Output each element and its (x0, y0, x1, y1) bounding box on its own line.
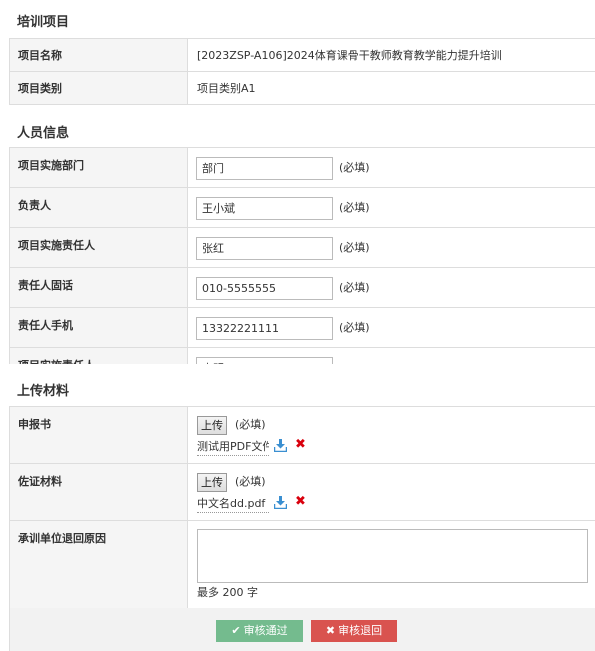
table-row: 责任人固话 010-5555555 (必填) (10, 268, 595, 308)
table-row: 佐证材料 上传 (必填) 中文名dd.pdf ✖ (10, 464, 595, 521)
section-title-materials: 上传材料 (17, 384, 70, 399)
required-hint: (必填) (339, 321, 370, 334)
table-row: 负责人 王小斌 (必填) (10, 188, 595, 228)
action-bar: ✔ 审核通过 ✖ 审核退回 (9, 608, 595, 651)
responsible-person-2-input[interactable]: 李明 (196, 357, 333, 364)
check-icon: ✔ (231, 624, 241, 637)
section-title-project: 培训项目 (17, 15, 70, 30)
project-table: 项目名称 [2023ZSP-A106]2024体育课骨干教师教育教学能力提升培训… (9, 38, 595, 105)
table-row: 项目实施责任人 张红 (必填) (10, 228, 595, 268)
reject-button[interactable]: ✖ 审核退回 (311, 620, 397, 642)
row-label: 责任人固话 (10, 268, 188, 307)
materials-table: 申报书 上传 (必填) 测试用PDF文件.pdf ✖ 佐证材料 上传 (必填) … (9, 406, 595, 609)
file-name: 中文名dd.pdf (197, 495, 269, 513)
table-row: 承训单位退回原因 最多 200 字 (10, 521, 595, 609)
personnel-table: 项目实施部门 部门 (必填) 负责人 王小斌 (必填) 项目实施责任人 张红 (… (10, 148, 595, 364)
table-row: 项目实施部门 部门 (必填) (10, 148, 595, 188)
responsible-person-input[interactable]: 张红 (196, 237, 333, 260)
close-icon: ✖ (325, 624, 336, 637)
table-row: 申报书 上传 (必填) 测试用PDF文件.pdf ✖ (10, 407, 595, 464)
row-label: 佐证材料 (10, 464, 188, 520)
table-row: 项目实施责任人 李明 (10, 348, 595, 364)
row-label: 项目类别 (10, 72, 188, 104)
leader-input[interactable]: 王小斌 (196, 197, 333, 220)
row-label: 项目实施责任人 (10, 228, 188, 267)
department-input[interactable]: 部门 (196, 157, 333, 180)
required-hint: (必填) (339, 201, 370, 214)
approve-label: 审核通过 (243, 624, 288, 637)
project-name-value: [2023ZSP-A106]2024体育课骨干教师教育教学能力提升培训 (197, 49, 502, 62)
required-hint: (必填) (235, 475, 266, 488)
section-title-personnel: 人员信息 (17, 126, 70, 141)
table-row: 项目类别 项目类别A1 (10, 72, 595, 105)
row-label: 项目名称 (10, 39, 188, 71)
upload-button[interactable]: 上传 (197, 473, 227, 492)
table-row: 责任人手机 13322221111 (必填) (10, 308, 595, 348)
row-label: 项目实施责任人 (10, 348, 188, 364)
row-label: 申报书 (10, 407, 188, 463)
download-icon[interactable] (274, 439, 287, 452)
personnel-scroll-area[interactable]: 项目实施部门 部门 (必填) 负责人 王小斌 (必填) 项目实施责任人 张红 (… (9, 147, 595, 364)
delete-icon[interactable]: ✖ (295, 495, 306, 509)
row-label: 负责人 (10, 188, 188, 227)
row-label: 责任人手机 (10, 308, 188, 347)
project-category-value: 项目类别A1 (197, 82, 256, 95)
table-row: 项目名称 [2023ZSP-A106]2024体育课骨干教师教育教学能力提升培训 (10, 39, 595, 72)
required-hint: (必填) (339, 241, 370, 254)
row-label: 项目实施部门 (10, 148, 188, 187)
file-name: 测试用PDF文件.pdf (197, 438, 269, 456)
char-limit-hint: 最多 200 字 (197, 586, 258, 599)
delete-icon[interactable]: ✖ (295, 438, 306, 452)
return-reason-textarea[interactable] (197, 529, 588, 583)
reject-label: 审核退回 (338, 624, 383, 637)
landline-input[interactable]: 010-5555555 (196, 277, 333, 300)
required-hint: (必填) (339, 281, 370, 294)
mobile-input[interactable]: 13322221111 (196, 317, 333, 340)
upload-button[interactable]: 上传 (197, 416, 227, 435)
required-hint: (必填) (235, 418, 266, 431)
approve-button[interactable]: ✔ 审核通过 (216, 620, 303, 642)
row-label: 承训单位退回原因 (10, 521, 188, 608)
download-icon[interactable] (274, 496, 287, 509)
required-hint: (必填) (339, 161, 370, 174)
